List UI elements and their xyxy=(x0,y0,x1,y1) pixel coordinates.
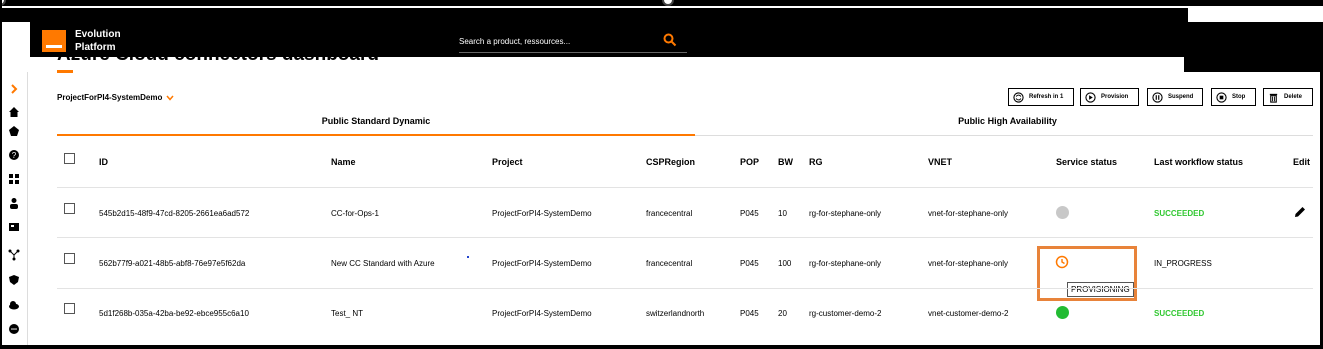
tab-active-indicator xyxy=(57,134,695,136)
suspend-button[interactable]: Suspend xyxy=(1147,88,1203,106)
cell-project: ProjectForPI4-SystemDemo xyxy=(492,309,592,318)
cell-project: ProjectForPI4-SystemDemo xyxy=(492,209,592,218)
card-icon[interactable] xyxy=(8,221,20,233)
svg-text:?: ? xyxy=(12,151,17,160)
tab-public-high-availability[interactable]: Public High Availability xyxy=(695,116,1320,126)
cell-id: 5d1f268b-035a-42ba-be92-ebce955c6a10 xyxy=(99,309,249,318)
col-name[interactable]: Name xyxy=(331,157,356,167)
cell-bw: 100 xyxy=(778,259,792,268)
play-icon xyxy=(1085,91,1096,103)
service-status-dot xyxy=(1056,206,1069,219)
cell-bw: 20 xyxy=(778,309,787,318)
provision-label: Provision xyxy=(1101,94,1129,100)
pencil-icon[interactable] xyxy=(1293,205,1307,219)
help-icon[interactable]: ? xyxy=(8,149,20,161)
app-header: Evolution Platform xyxy=(30,22,1184,57)
stop-button[interactable]: Stop xyxy=(1211,88,1256,106)
cell-id: 545b2d15-48f9-47cd-8205-2661ea6ad572 xyxy=(99,209,250,218)
chat-icon[interactable] xyxy=(8,323,20,335)
row-checkbox[interactable] xyxy=(64,303,75,314)
search-input[interactable] xyxy=(459,34,649,48)
delete-label: Delete xyxy=(1284,94,1303,100)
col-bw[interactable]: BW xyxy=(778,157,793,167)
row-checkbox[interactable] xyxy=(64,253,75,264)
row-separator xyxy=(57,187,1313,188)
cell-workflow-status: SUCCEEDED xyxy=(1154,309,1205,318)
chevron-right-icon[interactable] xyxy=(8,83,20,95)
refresh-button[interactable]: Refresh in 1 xyxy=(1008,88,1074,106)
provision-button[interactable]: Provision xyxy=(1080,88,1139,106)
project-selector-label: ProjectForPI4-SystemDemo xyxy=(57,93,163,102)
trash-icon xyxy=(1269,93,1278,103)
orange-logo-icon[interactable] xyxy=(42,30,66,52)
app-name-line1: Evolution xyxy=(75,29,121,40)
col-id[interactable]: ID xyxy=(99,157,108,167)
user-icon[interactable] xyxy=(8,197,20,209)
chevron-down-icon xyxy=(166,95,174,101)
suspend-label: Suspend xyxy=(1168,94,1194,100)
stop-label: Stop xyxy=(1232,94,1246,100)
select-all-checkbox[interactable] xyxy=(64,153,75,164)
search-bar xyxy=(459,31,687,53)
grid-icon[interactable] xyxy=(8,173,20,185)
cell-workflow-status: IN_PROGRESS xyxy=(1154,259,1212,268)
frame-right-block xyxy=(1184,22,1323,72)
status-tooltip: PROVISIONING xyxy=(1067,282,1134,297)
cell-region: francecentral xyxy=(646,209,693,218)
frame-bottom-edge xyxy=(0,345,1323,349)
col-service-status[interactable]: Service status xyxy=(1056,157,1117,167)
cell-rg: rg-customer-demo-2 xyxy=(809,309,882,318)
cursor-dot xyxy=(467,256,469,258)
row-checkbox[interactable] xyxy=(64,203,75,214)
cloud-icon[interactable] xyxy=(8,299,20,311)
cell-name: New CC Standard with Azure xyxy=(331,259,435,268)
col-vnet[interactable]: VNET xyxy=(928,157,952,167)
row-separator xyxy=(57,237,1313,238)
tab-public-standard-dynamic[interactable]: Public Standard Dynamic xyxy=(57,116,695,126)
home-icon[interactable] xyxy=(8,106,20,118)
service-status-dot xyxy=(1056,306,1069,319)
cell-workflow-status: SUCCEEDED xyxy=(1154,209,1205,218)
cell-bw: 10 xyxy=(778,209,787,218)
network-icon[interactable] xyxy=(8,249,20,261)
tab-divider xyxy=(695,135,1313,136)
cell-rg: rg-for-stephane-only xyxy=(809,259,882,268)
cell-vnet: vnet-for-stephane-only xyxy=(928,259,1009,268)
stop-icon xyxy=(1216,91,1227,103)
app-name: Evolution Platform xyxy=(75,28,145,54)
cell-name: CC-for-Ops-1 xyxy=(331,209,380,218)
badge-icon[interactable] xyxy=(8,125,20,137)
col-workflow-status[interactable]: Last workflow status xyxy=(1154,157,1243,167)
cell-name: Test_ NT xyxy=(331,309,364,318)
col-edit: Edit xyxy=(1293,157,1310,167)
shield-icon[interactable] xyxy=(8,274,20,286)
col-project[interactable]: Project xyxy=(492,157,523,167)
refresh-label: Refresh in 1 xyxy=(1029,94,1064,100)
cell-vnet: vnet-customer-demo-2 xyxy=(928,309,1009,318)
row-separator xyxy=(57,288,1313,289)
cell-region: francecentral xyxy=(646,259,693,268)
cell-rg: rg-for-stephane-only xyxy=(809,209,882,218)
sidebar: ? xyxy=(2,72,28,345)
app-name-line2: Platform xyxy=(75,42,116,53)
cell-vnet: vnet-for-stephane-only xyxy=(928,209,1009,218)
col-rg[interactable]: RG xyxy=(809,157,823,167)
cell-pop: P045 xyxy=(740,309,759,318)
refresh-icon xyxy=(1013,91,1024,103)
cell-pop: P045 xyxy=(740,259,759,268)
cell-id: 562b77f9-a021-48b5-abf8-76e97e5f62da xyxy=(99,259,246,268)
screen: Azure Cloud connectors dashboard Evoluti… xyxy=(0,0,1323,349)
title-underline xyxy=(57,70,73,73)
pause-icon xyxy=(1152,91,1163,103)
col-region[interactable]: CSPRegion xyxy=(646,157,695,167)
cell-region: switzerlandnorth xyxy=(646,309,705,318)
delete-button[interactable]: Delete xyxy=(1263,88,1313,106)
cell-pop: P045 xyxy=(740,209,759,218)
col-pop[interactable]: POP xyxy=(740,157,759,167)
cell-project: ProjectForPI4-SystemDemo xyxy=(492,259,592,268)
frame-top-bar xyxy=(0,8,1188,22)
search-icon[interactable] xyxy=(663,33,677,47)
project-selector[interactable]: ProjectForPI4-SystemDemo xyxy=(57,93,174,102)
